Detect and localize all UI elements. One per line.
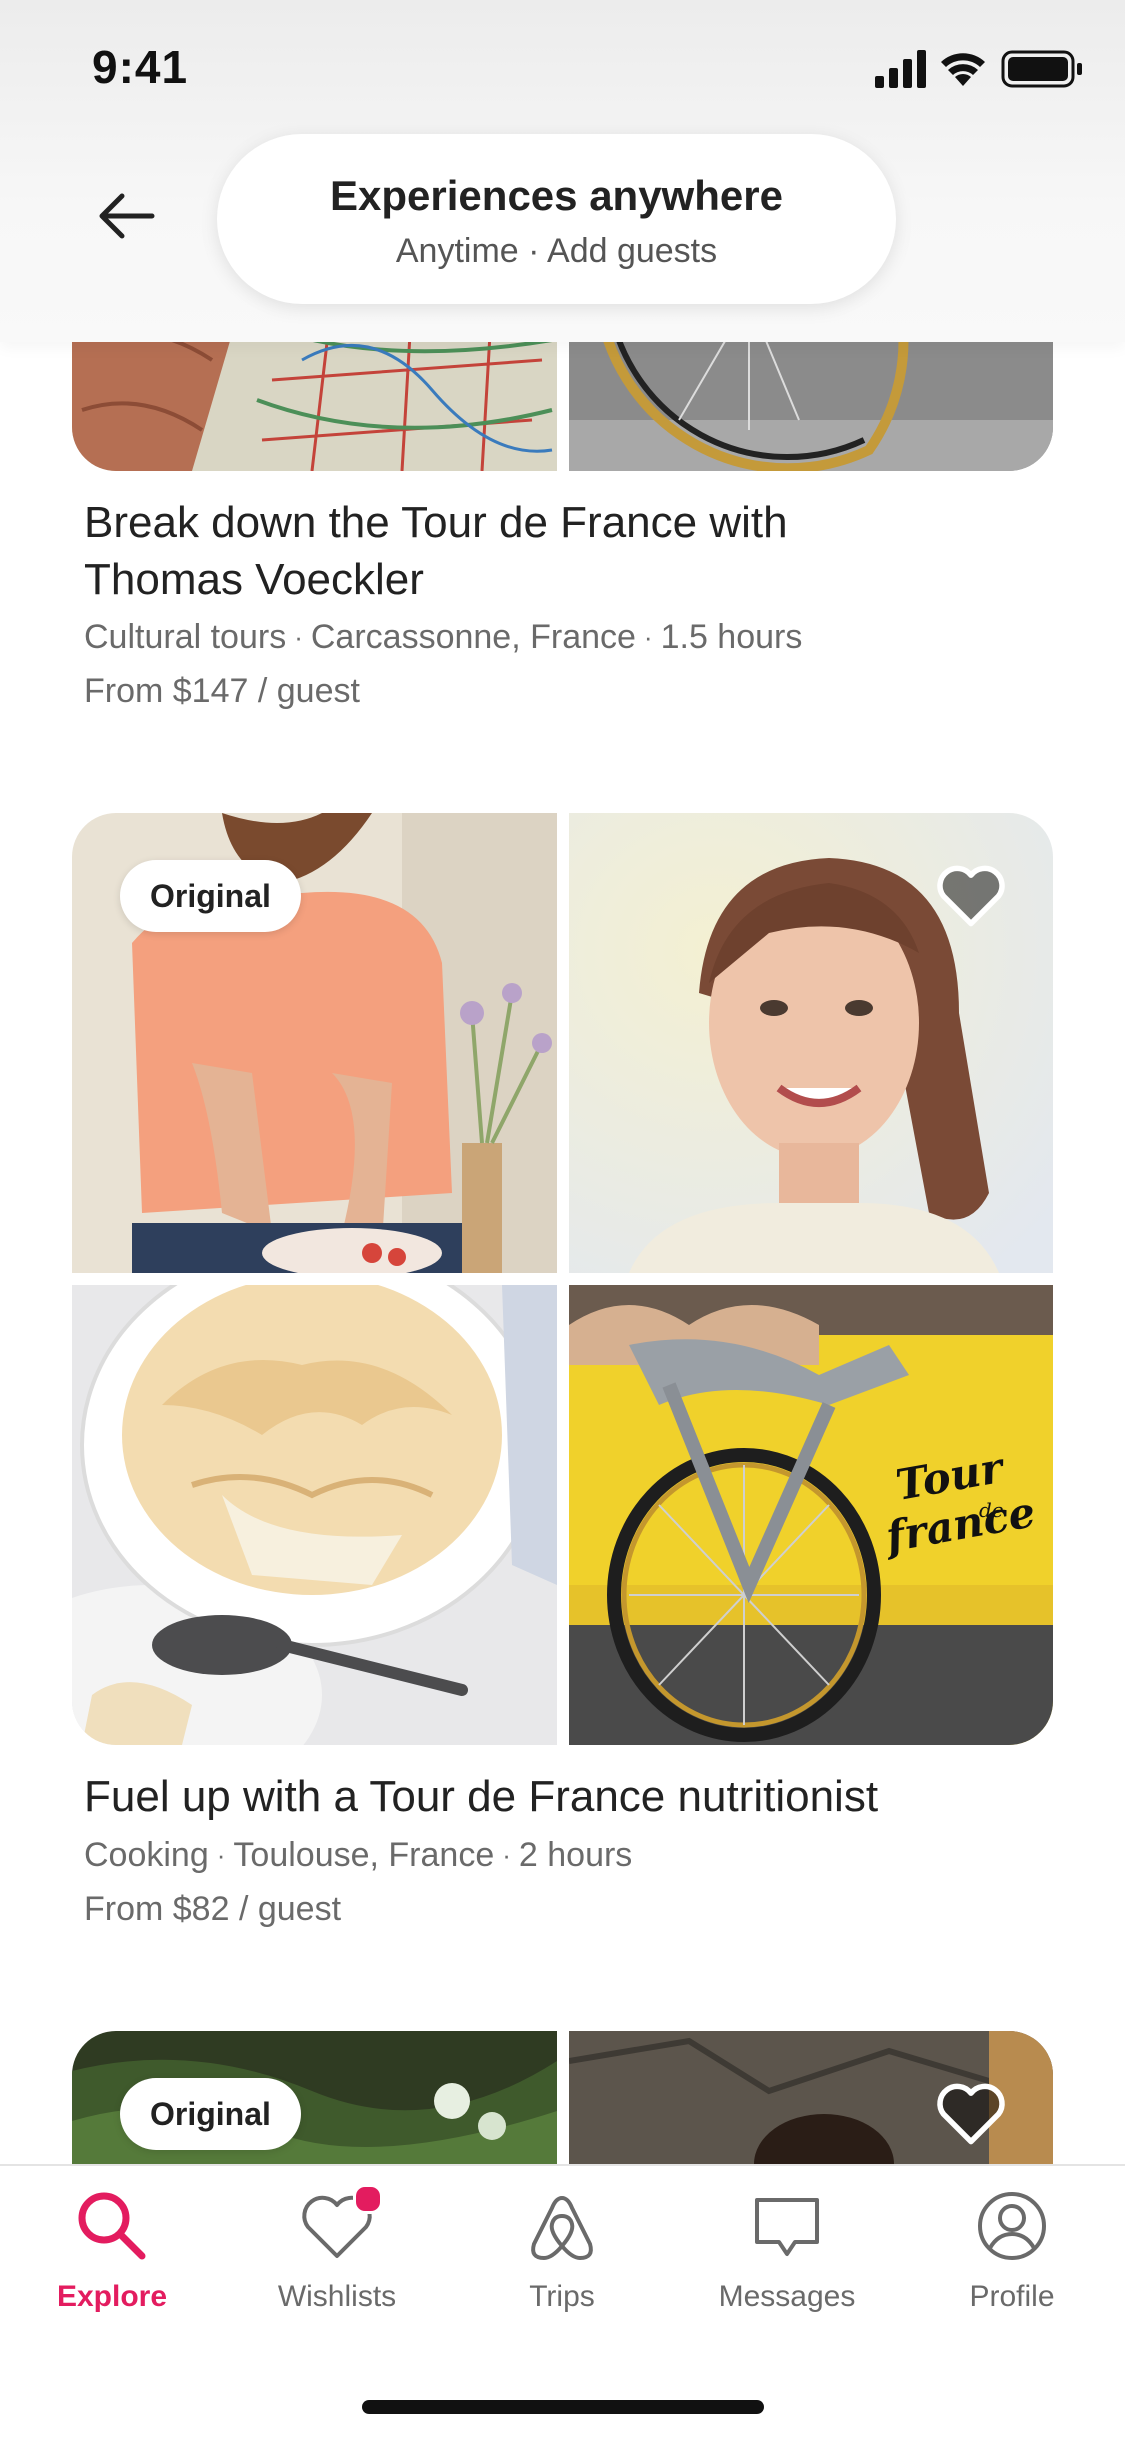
listing-photo-tart[interactable] — [72, 1285, 557, 1745]
tab-label: Wishlists — [277, 2280, 397, 2313]
experience-feed[interactable]: Break down the Tour de France with Thoma… — [0, 0, 1125, 2436]
tab-label: Messages — [718, 2280, 856, 2313]
original-badge: Original — [120, 2078, 301, 2150]
listing-category: Cultural tours — [84, 618, 287, 656]
listing-photo-cyclist-banner[interactable]: Tour france de — [569, 1285, 1053, 1745]
search-bar[interactable]: Experiences anywhere Anytime · Add guest… — [217, 134, 896, 304]
top-header: 9:41 Experiences anywhere Anytime · Add … — [0, 0, 1125, 342]
status-icons — [875, 50, 1082, 88]
search-icon — [78, 2192, 146, 2260]
tab-wishlists[interactable]: Wishlists — [237, 2184, 437, 2314]
listing-price: From $82 / guest — [84, 1890, 342, 1928]
notification-dot — [353, 2184, 383, 2214]
listing-duration: 1.5 hours — [660, 618, 803, 656]
airbnb-logo-icon — [531, 2196, 593, 2260]
cellular-signal-icon — [875, 50, 926, 88]
tab-profile[interactable]: Profile — [912, 2186, 1112, 2314]
bottom-tab-bar: Explore Wishlists Trips Messages Profile — [0, 2164, 1125, 2438]
svg-text:de: de — [979, 1498, 1004, 1522]
tab-trips[interactable]: Trips — [462, 2186, 662, 2314]
listing-location: Carcassonne, France — [310, 618, 636, 656]
tab-messages[interactable]: Messages — [687, 2186, 887, 2314]
status-time: 9:41 — [92, 41, 189, 93]
profile-icon — [978, 2192, 1046, 2260]
listing-category: Cooking — [84, 1836, 209, 1874]
listing-title[interactable]: Break down the Tour de France with Thoma… — [84, 494, 944, 608]
listing-meta: Cultural tours · Carcassonne, France · 1.5 h… — [84, 618, 803, 656]
home-indicator[interactable] — [362, 2400, 764, 2414]
wishlist-heart-icon[interactable] — [935, 862, 1007, 928]
back-arrow-icon[interactable] — [94, 190, 158, 242]
listing-location: Toulouse, France — [233, 1836, 495, 1874]
search-subtitle: Anytime · Add guests — [395, 232, 718, 270]
original-badge: Original — [120, 860, 301, 932]
tab-explore[interactable]: Explore — [12, 2186, 212, 2314]
wishlist-heart-icon[interactable] — [935, 2080, 1007, 2146]
listing-title[interactable]: Fuel up with a Tour de France nutritioni… — [84, 1768, 1044, 1825]
tab-label: Trips — [529, 2280, 595, 2313]
listing-duration: 2 hours — [518, 1836, 633, 1874]
search-title: Experiences anywhere — [330, 172, 783, 219]
listing-meta: Cooking · Toulouse, France · 2 hours — [84, 1836, 633, 1874]
tab-label: Profile — [969, 2280, 1055, 2313]
battery-icon — [1001, 50, 1082, 88]
message-icon — [755, 2198, 819, 2256]
wifi-icon — [941, 53, 985, 86]
tab-label: Explore — [56, 2280, 168, 2313]
listing-price: From $147 / guest — [84, 672, 360, 710]
